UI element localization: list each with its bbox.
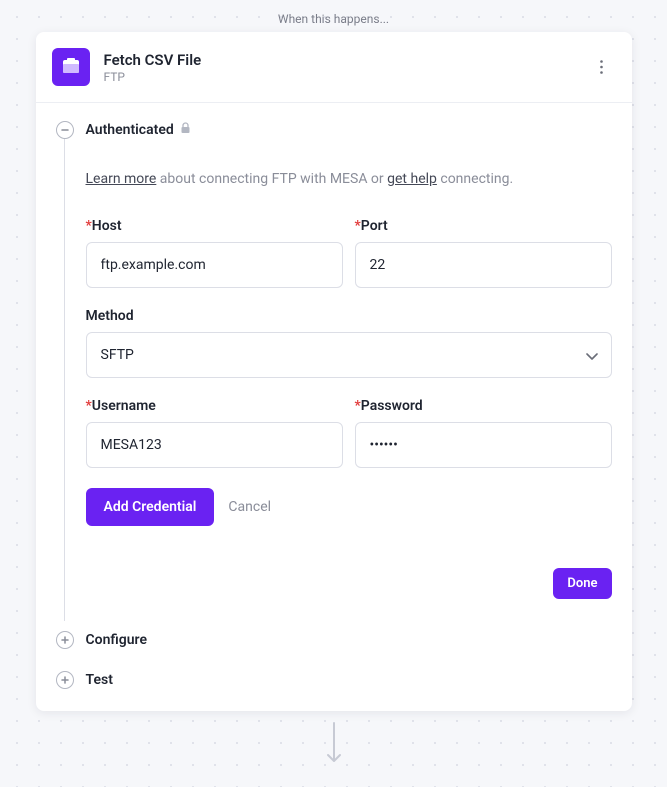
password-label: *Password — [355, 398, 612, 414]
username-label: *Username — [86, 398, 343, 414]
authenticated-text: Authenticated — [86, 122, 174, 138]
step-subtitle: FTP — [104, 70, 592, 84]
card-header: Fetch CSV File FTP — [36, 32, 632, 103]
host-label: *Host — [86, 218, 343, 234]
section-authenticated-label[interactable]: Authenticated — [86, 122, 191, 138]
learn-more-link[interactable]: Learn more — [86, 171, 157, 187]
done-button[interactable]: Done — [553, 568, 611, 599]
expand-toggle-configure[interactable] — [56, 631, 74, 649]
step-card: Fetch CSV File FTP Authenticated — [36, 32, 632, 711]
get-help-link[interactable]: get help — [387, 171, 437, 187]
password-input[interactable] — [355, 422, 612, 468]
collapse-toggle-authenticated[interactable] — [56, 121, 74, 139]
method-label: Method — [86, 308, 612, 324]
method-select[interactable] — [86, 332, 612, 378]
flow-arrow — [0, 721, 667, 765]
authenticated-content: Learn more about connecting FTP with MES… — [64, 139, 612, 609]
section-authenticated-header[interactable]: Authenticated — [56, 121, 612, 139]
trigger-label: When this happens... — [0, 0, 667, 32]
minus-icon — [60, 125, 70, 135]
plus-icon — [60, 635, 70, 645]
cancel-button[interactable]: Cancel — [228, 499, 271, 515]
section-configure-label[interactable]: Configure — [86, 632, 147, 648]
plus-icon — [60, 675, 70, 685]
timeline-line — [64, 135, 65, 621]
ftp-app-icon — [52, 48, 90, 86]
port-input[interactable] — [355, 242, 612, 288]
port-label: *Port — [355, 218, 612, 234]
step-title: Fetch CSV File — [104, 51, 592, 69]
more-menu-button[interactable] — [592, 55, 612, 79]
section-test-label[interactable]: Test — [86, 672, 113, 688]
kebab-icon — [600, 60, 603, 74]
username-input[interactable] — [86, 422, 343, 468]
section-configure-header[interactable]: Configure — [56, 631, 612, 649]
folder-icon — [59, 55, 83, 79]
arrow-down-icon — [324, 721, 344, 765]
host-input[interactable] — [86, 242, 343, 288]
section-test-header[interactable]: Test — [56, 671, 612, 689]
add-credential-button[interactable]: Add Credential — [86, 488, 215, 526]
expand-toggle-test[interactable] — [56, 671, 74, 689]
lock-icon — [180, 122, 191, 138]
help-text: Learn more about connecting FTP with MES… — [86, 169, 612, 190]
